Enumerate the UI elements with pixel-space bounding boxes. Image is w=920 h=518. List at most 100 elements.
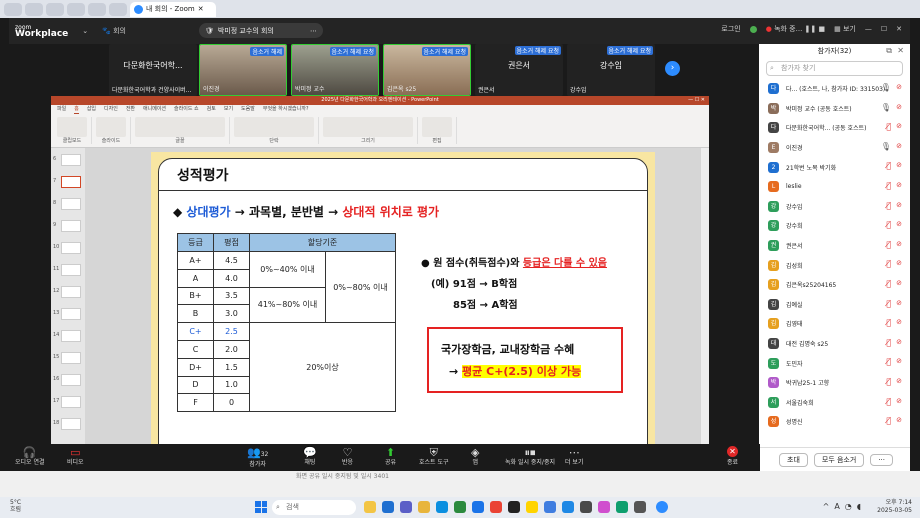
unmute-request-badge[interactable]: 음소거 해제 요청 [421, 47, 468, 56]
participant-row[interactable]: E 이진경 🎙 ⊘ [759, 138, 910, 158]
mic-muted-icon[interactable]: 🎙̸ [886, 318, 891, 327]
slide-thumbnail[interactable] [61, 154, 81, 166]
invite-button[interactable]: 초대 [779, 452, 808, 467]
video-tile[interactable]: 다문화한국어학... 다문화한국어학과 건양사이버... [109, 44, 197, 96]
video-off-icon[interactable]: ⊘ [896, 259, 902, 267]
participant-row[interactable]: 김 김은옥s25204165 🎙̸ ⊘ [759, 275, 910, 295]
weather-widget[interactable]: 5°C 흐림 [10, 499, 21, 513]
close-icon[interactable]: ✕ [198, 5, 204, 13]
view-button[interactable]: ▦ 보기 [834, 24, 856, 34]
share-button[interactable]: ⬆ 공유 [385, 446, 396, 467]
ribbon-controls[interactable] [234, 117, 314, 137]
recording-indicator[interactable]: ● 녹화 중... ❚❚ ■ [766, 24, 825, 34]
ribbon-tab[interactable]: 홈 [74, 105, 79, 114]
folder-icon[interactable] [418, 501, 430, 513]
video-off-icon[interactable]: ⊘ [896, 122, 902, 130]
browser-tab[interactable] [46, 2, 64, 16]
ribbon-tab[interactable]: 전환 [126, 105, 135, 114]
video-off-icon[interactable]: ⊘ [896, 318, 902, 326]
mic-muted-icon[interactable]: 🎙̸ [886, 299, 891, 308]
slide-thumbnail[interactable] [61, 396, 81, 408]
ribbon-controls[interactable] [323, 117, 413, 137]
mic-icon[interactable]: 🎙 [881, 142, 891, 151]
browser-tab[interactable] [88, 2, 106, 16]
unmute-request-badge[interactable]: 음소거 해제 요청 [606, 46, 653, 55]
video-off-icon[interactable]: ⊘ [896, 377, 902, 385]
app-icon[interactable] [508, 501, 520, 513]
video-tile[interactable]: 음소거 해제 요청 박미정 교수 [291, 44, 379, 96]
participant-row[interactable]: 도 도민자 🎙̸ ⊘ [759, 353, 910, 373]
scrollbar[interactable] [701, 148, 709, 458]
react-button[interactable]: ♡ 반응 [342, 446, 353, 467]
unmute-request-badge[interactable]: 음소거 해제 요청 [514, 46, 561, 55]
meetings-tab[interactable]: 🐾 회의 [102, 26, 126, 36]
app-icon[interactable] [634, 501, 646, 513]
mic-muted-icon[interactable]: 🎙̸ [886, 338, 891, 347]
mic-muted-icon[interactable]: 🎙̸ [886, 377, 891, 386]
video-tile[interactable]: 음소거 해제 요청 김은옥 s25 [383, 44, 471, 96]
browser-tab[interactable] [25, 2, 43, 16]
video-off-icon[interactable]: ⊘ [896, 161, 902, 169]
video-tile[interactable]: 음소거 해제 요청 권은서 권은서 [475, 44, 563, 96]
slide-thumbnail[interactable] [61, 374, 81, 386]
video-off-icon[interactable]: ⊘ [896, 279, 902, 287]
participant-row[interactable]: 다 다문화한국어학... (공동 호스트) 🎙̸ ⊘ [759, 118, 910, 138]
participant-row[interactable]: 서 서울김숙희 🎙̸ ⊘ [759, 393, 910, 413]
login-button[interactable]: 로그인 [721, 24, 740, 34]
video-off-icon[interactable]: ⊘ [896, 142, 902, 150]
slide-thumbnail[interactable] [61, 286, 81, 298]
video-off-icon[interactable]: ⊘ [896, 201, 902, 209]
slide-thumbnail[interactable] [61, 242, 81, 254]
record-button[interactable]: ⏸⏹ 녹화 일시 중지/중지 [505, 446, 555, 467]
app-icon[interactable] [544, 501, 556, 513]
more-icon[interactable]: ⋯ [310, 27, 317, 35]
taskbar-clock[interactable]: 오후 7:14 2025-03-05 [877, 499, 912, 515]
mic-muted-icon[interactable]: 🎙̸ [886, 181, 891, 190]
participant-row[interactable]: 강 강수희 🎙̸ ⊘ [759, 216, 910, 236]
browser-tab[interactable] [67, 2, 85, 16]
ribbon-tab[interactable]: 도움말 [241, 105, 255, 114]
video-tile[interactable]: 음소거 해제 이진경 [199, 44, 287, 96]
kakaotalk-icon[interactable] [526, 501, 538, 513]
participant-row[interactable]: 김 김성희 🎙̸ ⊘ [759, 255, 910, 275]
video-off-icon[interactable]: ⊘ [896, 240, 902, 248]
ribbon-tab[interactable]: 검토 [207, 105, 216, 114]
end-button[interactable]: ✕ 종료 [727, 446, 738, 466]
mic-muted-icon[interactable]: 🎙̸ [886, 122, 891, 131]
slide-thumbnail[interactable] [61, 418, 81, 430]
participant-row[interactable]: 강 강수임 🎙̸ ⊘ [759, 197, 910, 217]
chevron-down-icon[interactable]: ⌄ [82, 27, 88, 35]
mic-muted-icon[interactable]: 🎙̸ [886, 240, 891, 249]
ribbon-controls[interactable] [57, 117, 87, 137]
participant-row[interactable]: 성 성명신 🎙̸ ⊘ [759, 412, 910, 432]
ribbon-tab[interactable]: 삽입 [87, 105, 96, 114]
ribbon-controls[interactable] [96, 117, 126, 137]
popout-icon[interactable]: ⧉ [886, 44, 892, 58]
mic-muted-icon[interactable]: 🎙̸ [886, 416, 891, 425]
app-icon[interactable] [454, 501, 466, 513]
participant-row[interactable]: 2 21학번 노목 박기화 🎙̸ ⊘ [759, 157, 910, 177]
video-off-icon[interactable]: ⊘ [896, 397, 902, 405]
browser-tab[interactable] [109, 2, 127, 16]
app-icon[interactable] [580, 501, 592, 513]
windows-start-icon[interactable] [255, 501, 267, 513]
participant-search-input[interactable]: ⌕ 참가자 찾기 [766, 61, 903, 76]
app-icon[interactable] [490, 501, 502, 513]
app-icon[interactable] [382, 501, 394, 513]
ribbon-controls[interactable] [135, 117, 225, 137]
mic-muted-icon[interactable]: 🎙̸ [886, 279, 891, 288]
video-off-icon[interactable]: ⊘ [896, 357, 902, 365]
mic-muted-icon[interactable]: 🎙̸ [886, 397, 891, 406]
app-icon[interactable] [616, 501, 628, 513]
app-icon[interactable] [562, 501, 574, 513]
maximize-icon[interactable]: ☐ [881, 25, 887, 33]
chat-button[interactable]: 💬 채팅 [303, 446, 317, 467]
video-off-icon[interactable]: ⊘ [896, 299, 902, 307]
mic-icon[interactable]: 🎙 [881, 83, 891, 92]
system-tray[interactable]: ^A◔◖ [823, 502, 866, 511]
participant-row[interactable]: 박 박미정 교수 (공동 호스트) 🎙 ⊘ [759, 99, 910, 119]
participant-row[interactable]: 대 대전 김명숙 s25 🎙̸ ⊘ [759, 334, 910, 354]
slide-thumbnail[interactable] [61, 220, 81, 232]
audio-button[interactable]: 🎧 오디오 연결 [15, 446, 45, 467]
browser-tab-zoom[interactable]: 내 회의 - Zoom ✕ [130, 1, 216, 17]
